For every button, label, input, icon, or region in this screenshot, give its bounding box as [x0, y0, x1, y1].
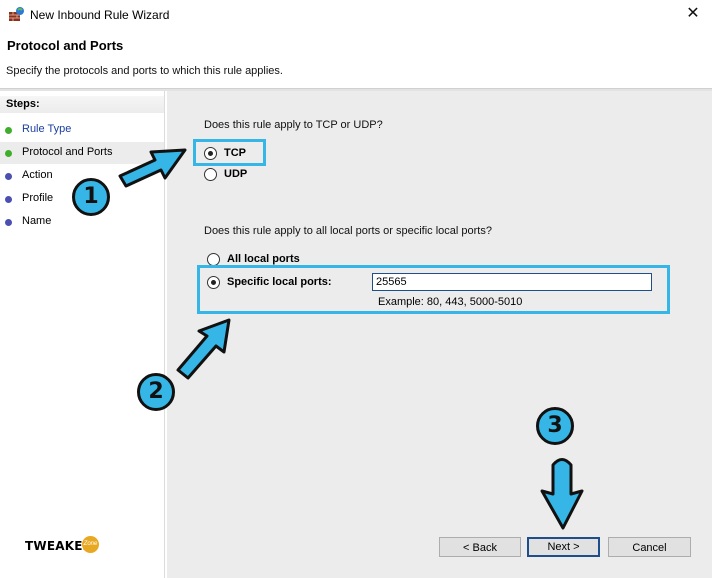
annotation-arrows	[118, 148, 584, 530]
arrow-2-icon	[176, 318, 231, 380]
step-badge-1: 1	[72, 178, 110, 216]
arrow-3-icon	[540, 458, 584, 530]
watermark-zone-badge: Zone	[82, 536, 99, 553]
step-badge-3: 3	[536, 407, 574, 445]
step-badge-2: 2	[137, 373, 175, 411]
arrow-1-icon	[118, 148, 187, 188]
